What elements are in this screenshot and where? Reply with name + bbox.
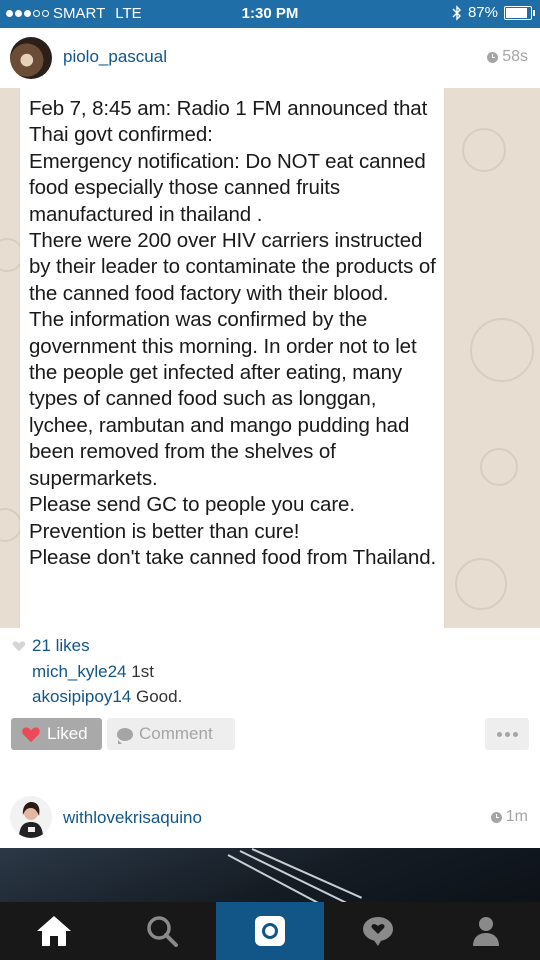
post-timestamp: 58s	[487, 48, 528, 66]
tab-bar	[0, 902, 540, 960]
liked-button[interactable]: Liked	[11, 718, 102, 750]
activity-icon	[363, 917, 393, 946]
post-time-ago: 1m	[505, 808, 528, 825]
comment-username[interactable]: akosipipoy14	[32, 687, 131, 706]
person-photo-icon	[10, 796, 52, 838]
doodle-decoration	[470, 318, 534, 382]
post-username[interactable]: withlovekrisaquino	[63, 808, 202, 828]
comment-item: mich_kyle24 1st	[32, 662, 154, 682]
battery-percent: 87%	[467, 4, 498, 21]
post-timestamp: 1m	[490, 808, 528, 826]
comment-username[interactable]: mich_kyle24	[32, 662, 127, 681]
clock-icon	[487, 51, 499, 63]
doodle-decoration	[480, 448, 518, 486]
tab-activity[interactable]	[324, 902, 432, 960]
doodle-decoration	[0, 508, 22, 542]
message-bubble: Feb 7, 8:45 am: Radio 1 FM announced tha…	[20, 88, 444, 628]
comment-text: 1st	[131, 662, 154, 681]
heart-icon	[12, 641, 26, 652]
message-text: Feb 7, 8:45 am: Radio 1 FM announced tha…	[29, 97, 437, 569]
status-bar: SMART LTE 1:30 PM 87%	[0, 0, 540, 28]
avatar[interactable]	[10, 37, 52, 79]
heart-icon	[22, 727, 40, 743]
fork-tine	[251, 848, 363, 899]
battery-icon	[504, 5, 535, 20]
likes-row[interactable]: 21 likes	[12, 636, 90, 656]
likes-count[interactable]: 21 likes	[32, 636, 90, 656]
doodle-decoration	[462, 128, 506, 172]
home-icon	[37, 916, 71, 946]
post-username[interactable]: piolo_pascual	[63, 47, 167, 67]
bluetooth-icon	[452, 4, 461, 21]
profile-icon	[473, 917, 499, 946]
doodle-decoration	[455, 558, 507, 610]
comment-button[interactable]: Comment	[107, 718, 235, 750]
tab-search[interactable]	[108, 902, 216, 960]
more-options-button[interactable]	[485, 718, 529, 750]
tab-home[interactable]	[0, 902, 108, 960]
status-right: 87%	[452, 4, 535, 21]
liked-label: Liked	[47, 724, 88, 743]
tab-camera[interactable]	[216, 902, 324, 960]
post-image[interactable]	[0, 848, 540, 902]
comment-text: Good.	[135, 687, 183, 706]
comment-label: Comment	[139, 724, 213, 743]
post-header: withlovekrisaquino 1m	[0, 786, 540, 848]
camera-icon	[255, 916, 285, 946]
avatar[interactable]	[10, 796, 52, 838]
speech-bubble-icon	[117, 727, 133, 744]
tab-profile[interactable]	[432, 902, 540, 960]
more-icon	[496, 731, 518, 737]
search-icon	[147, 916, 178, 947]
post-header: piolo_pascual 58s	[0, 28, 540, 88]
fork-tine	[239, 850, 349, 902]
post-image[interactable]: Feb 7, 8:45 am: Radio 1 FM announced tha…	[0, 88, 540, 628]
comment-item: akosipipoy14 Good.	[32, 687, 182, 707]
post-time-ago: 58s	[502, 48, 528, 65]
clock-icon	[490, 811, 502, 823]
